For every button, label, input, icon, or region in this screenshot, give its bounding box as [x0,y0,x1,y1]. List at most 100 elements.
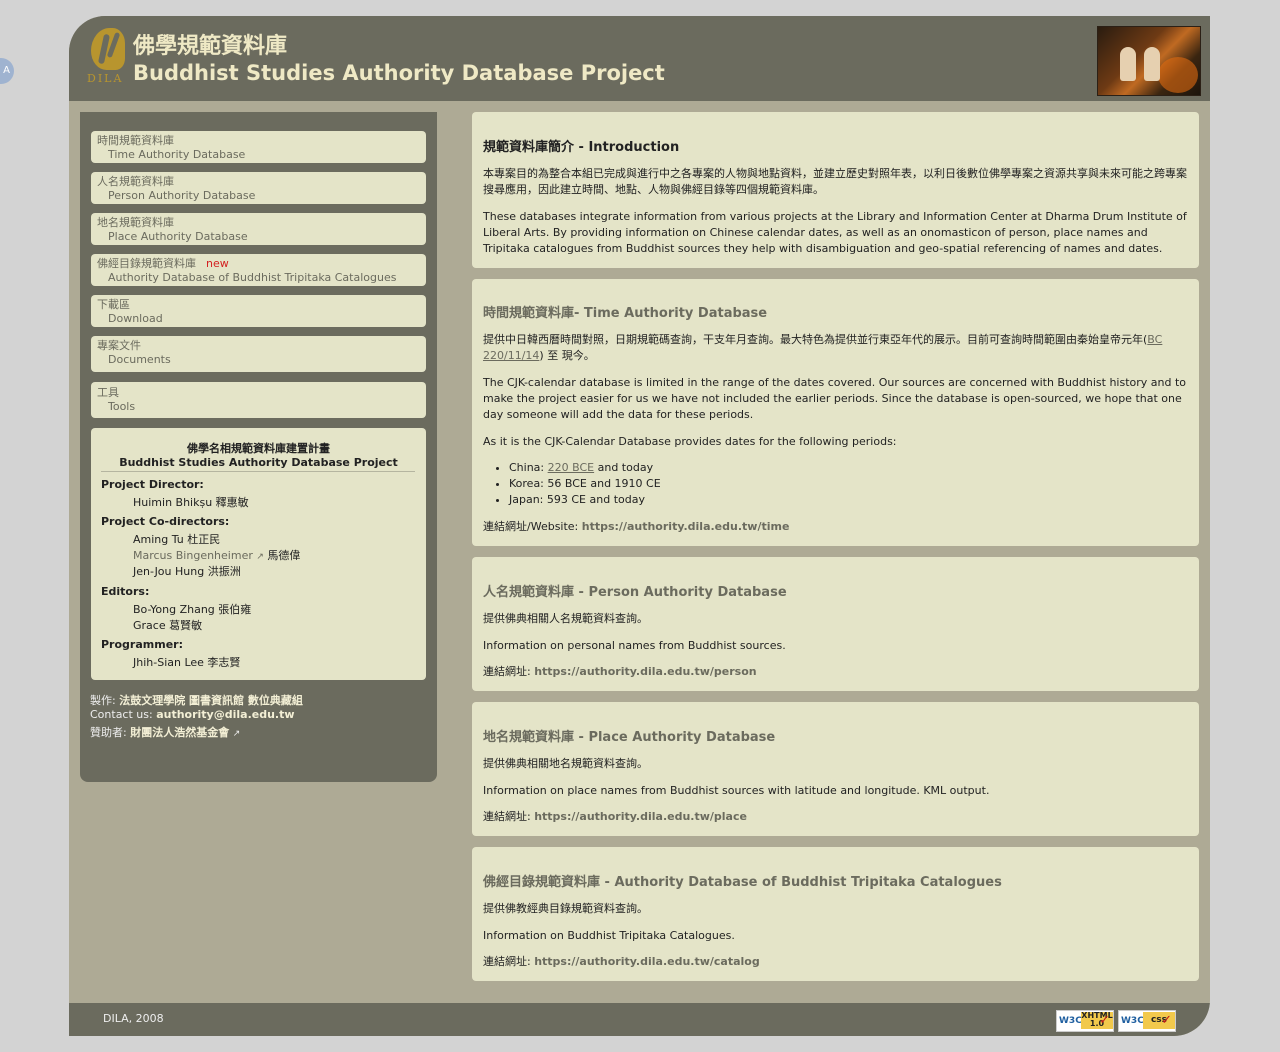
nav-place-database[interactable]: 地名規範資料庫 Place Authority Database [91,213,426,245]
credits-title-en: Buddhist Studies Authority Database Proj… [119,456,398,469]
side-tab[interactable]: A [0,58,14,84]
badge-w3c-text: W3C [1121,1016,1144,1026]
contact-email-link[interactable]: authority@dila.edu.tw [156,708,294,721]
director-label: Project Director: [101,478,204,491]
badge-w3c-text: W3C [1059,1016,1082,1026]
time-text-en: The CJK-calendar database is limited in … [483,376,1187,421]
intro-text-en: These databases integrate information fr… [483,210,1187,255]
nav-label-zh: 時間規範資料庫 [97,134,174,147]
nav-label-en: Tools [108,400,136,413]
nav-download[interactable]: 下載區 Download [91,295,426,327]
sponsor-label: 贊助者: [90,726,127,739]
catalog-url-row: 連結網址: https://authority.dila.edu.tw/cata… [483,954,1189,970]
period-china-tail: and today [594,461,654,474]
person-panel: 人名規範資料庫 - Person Authority Database 提供佛典… [472,557,1199,691]
header-photo [1097,26,1201,96]
programmer-label: Programmer: [101,638,183,651]
check-icon: ✓ [1099,1013,1110,1028]
person-url-row: 連結網址: https://authority.dila.edu.tw/pers… [483,664,1189,680]
place-title: 地名規範資料庫 - Place Authority Database [483,730,776,745]
time-text-en-2: As it is the CJK-Calendar Database provi… [483,435,897,448]
photo-figure [1120,47,1136,81]
editors-label: Editors: [101,585,150,598]
place-text-en: Information on place names from Buddhist… [483,784,990,797]
time-text-zh-2: ) 至 現今。 [539,349,595,362]
time-title: 時間規範資料庫- Time Authority Database [483,306,768,321]
editor-name: Bo-Yong Zhang 張伯雍 [133,603,252,616]
time-url-link[interactable]: https://authority.dila.edu.tw/time [582,520,790,533]
period-china-link[interactable]: 220 BCE [548,461,594,474]
copyright: DILA, 2008 [103,1012,164,1025]
nav-label-zh: 佛經目錄規範資料庫 [97,257,196,270]
nav-catalog-database[interactable]: 佛經目錄規範資料庫 new Authority Database of Buddh… [91,254,426,286]
project-credits: 佛學名相規範資料庫建置計畫 Buddhist Studies Authority… [91,428,426,680]
codirector-name: Aming Tu 杜正民 [133,533,221,546]
dila-logo[interactable]: DILA [87,28,127,88]
codirector-link[interactable]: Marcus Bingenheimer [133,549,253,562]
made-by-row: 製作: 法鼓文理學院 圖書資訊館 數位典藏組 [90,692,303,708]
editor-name: Grace 葛賢敏 [133,619,203,632]
nav-label-en: Documents [108,353,171,366]
w3c-css-badge[interactable]: W3C css ✓ [1118,1010,1176,1032]
sponsor-row: 贊助者: 財團法人浩然基金會 ↗ [90,724,240,740]
site-footer: DILA, 2008 W3C XHTML 1.0 ✓ W3C css ✓ [69,1003,1210,1036]
nav-label-en: Download [108,312,163,325]
nav-label-zh: 下載區 [97,298,130,311]
programmer-name: Jhih-Sian Lee 李志賢 [133,656,241,669]
time-url-row: 連結網址/Website: https://authority.dila.edu… [483,519,1189,535]
nav-tools[interactable]: 工具 Tools [91,382,426,418]
place-panel: 地名規範資料庫 - Place Authority Database 提供佛典相… [472,702,1199,836]
nav-label-zh: 地名規範資料庫 [97,216,174,229]
place-url-row: 連結網址: https://authority.dila.edu.tw/plac… [483,809,1189,825]
catalog-title: 佛經目錄規範資料庫 - Authority Database of Buddhi… [483,875,1002,890]
url-label: 連結網址: [483,955,535,968]
nav-documents[interactable]: 專案文件 Documents [91,336,426,372]
contact-label: Contact us: [90,708,153,721]
codirector-name-zh: 馬德偉 [267,549,301,562]
catalog-panel: 佛經目錄規範資料庫 - Authority Database of Buddhi… [472,847,1199,981]
nav-label-zh: 專案文件 [97,339,141,352]
page-frame: DILA 佛學規範資料庫 Buddhist Studies Authority … [69,16,1210,1036]
catalog-text-zh: 提供佛教經典目錄規範資料查詢。 [483,902,648,915]
url-label: 連結網址/Website: [483,520,582,533]
w3c-xhtml-badge[interactable]: W3C XHTML 1.0 ✓ [1056,1010,1114,1032]
nav-label-en: Time Authority Database [108,148,246,161]
catalog-text-en: Information on Buddhist Tripitaka Catalo… [483,929,735,942]
url-label: 連結網址: [483,665,535,678]
codirectors-label: Project Co-directors: [101,515,230,528]
dila-logo-mark [91,28,125,70]
place-url-link[interactable]: https://authority.dila.edu.tw/place [534,810,747,823]
codirector-row: Marcus Bingenheimer ↗ 馬德偉 [133,547,300,563]
time-text-zh-1: 提供中日韓西曆時間對照，日期規範碼查詢，干支年月查詢。最大特色為提供並行東亞年代… [483,333,1148,346]
nav-label-zh-wrap: 佛經目錄規範資料庫 new [97,255,229,271]
nav-person-database[interactable]: 人名規範資料庫 Person Authority Database [91,172,426,204]
nav-time-database[interactable]: 時間規範資料庫 Time Authority Database [91,131,426,163]
person-text-zh: 提供佛典相關人名規範資料查詢。 [483,612,648,625]
external-link-icon: ↗ [256,552,264,562]
sponsor-link[interactable]: 財團法人浩然基金會 [130,726,229,739]
new-badge: new [206,257,229,270]
photo-light [1158,57,1198,93]
made-by-link[interactable]: 法鼓文理學院 圖書資訊館 數位典藏組 [119,694,303,707]
director-name: Huimin Bhikṣu 釋惠敏 [133,496,249,509]
photo-figure [1144,47,1160,81]
period-china-label: China: [509,461,548,474]
nav-label-en: Authority Database of Buddhist Tripitaka… [108,271,397,284]
nav-label-en: Person Authority Database [108,189,256,202]
intro-text-zh: 本專案目的為整合本組已完成與進行中之各專案的人物與地點資料，並建立歷史對照年表，… [483,167,1187,196]
person-text-en: Information on personal names from Buddh… [483,639,786,652]
credits-title-zh: 佛學名相規範資料庫建置計畫 [187,442,330,455]
nav-label-zh: 人名規範資料庫 [97,175,174,188]
external-link-icon: ↗ [232,729,241,739]
nav-label-en: Place Authority Database [108,230,248,243]
contact-row: Contact us: authority@dila.edu.tw [90,708,295,721]
person-url-link[interactable]: https://authority.dila.edu.tw/person [534,665,756,678]
check-icon: ✓ [1161,1013,1172,1028]
catalog-url-link[interactable]: https://authority.dila.edu.tw/catalog [534,955,760,968]
intro-panel: 規範資料庫簡介 - Introduction 本專案目的為整合本組已完成與進行中… [472,112,1199,268]
credits-divider [101,471,415,472]
list-item: China: 220 BCE and today [509,460,661,476]
list-item: Japan: 593 CE and today [509,492,661,508]
url-label: 連結網址: [483,810,535,823]
sidebar: 時間規範資料庫 Time Authority Database 人名規範資料庫 … [80,112,437,782]
